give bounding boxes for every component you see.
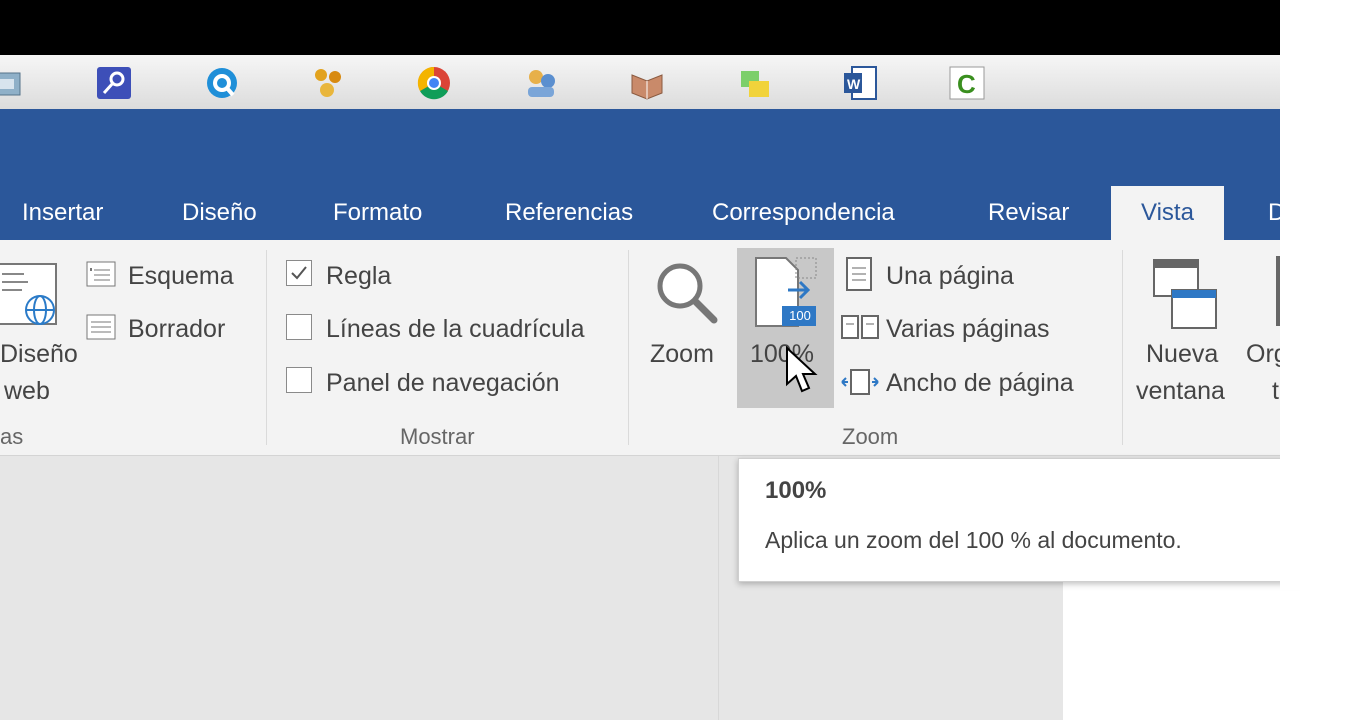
una-pagina-button[interactable]: Una página	[886, 262, 1014, 291]
nueva-ventana-label-2[interactable]: ventana	[1136, 377, 1225, 406]
lineas-label[interactable]: Líneas de la cuadrícula	[326, 315, 585, 344]
document-divider	[718, 456, 719, 720]
checkmark-icon	[291, 266, 307, 280]
zoom-magnifier-icon[interactable]	[652, 258, 722, 333]
tab-vista[interactable]: Vista	[1111, 186, 1224, 240]
group-separator	[1122, 250, 1123, 445]
regla-checkbox[interactable]	[286, 260, 312, 286]
key-app-icon[interactable]	[95, 65, 133, 101]
tooltip-description: Aplica un zoom del 100 % al documento.	[765, 527, 1182, 553]
word-icon[interactable]: W	[842, 65, 880, 101]
folders-icon[interactable]	[735, 65, 773, 101]
svg-text:W: W	[847, 76, 861, 92]
tooltip-title: 100%	[765, 477, 827, 504]
svg-text:C: C	[957, 69, 976, 99]
group-separator	[628, 250, 629, 445]
tab-diseno[interactable]: Diseño	[160, 186, 279, 240]
zoom-group-label: Zoom	[842, 424, 899, 449]
varias-paginas-button[interactable]: Varias páginas	[886, 315, 1050, 344]
multiple-pages-icon	[840, 314, 882, 347]
right-edge-crop	[1280, 450, 1364, 590]
book-icon[interactable]	[628, 65, 666, 101]
mostrar-group-label: Mostrar	[400, 424, 475, 449]
panel-checkbox[interactable]	[286, 367, 312, 393]
borrador-button[interactable]: Borrador	[128, 315, 225, 344]
tooltip: 100% Aplica un zoom del 100 % al documen…	[738, 458, 1300, 582]
diseno-web-label-1[interactable]: Diseño	[0, 340, 78, 369]
borrador-icon	[86, 313, 118, 348]
document-page[interactable]	[1063, 560, 1280, 720]
quicktime-icon[interactable]	[203, 65, 241, 101]
mouse-cursor-icon	[785, 345, 819, 401]
quick-launch-bar: W C	[0, 55, 1280, 110]
zoom-button[interactable]: Zoom	[650, 340, 714, 369]
esquema-icon	[86, 260, 118, 295]
right-margin-cover	[1280, 109, 1364, 720]
one-page-icon	[845, 256, 875, 297]
users-icon[interactable]	[522, 65, 560, 101]
ancho-pagina-button[interactable]: Ancho de página	[886, 369, 1074, 398]
regla-label[interactable]: Regla	[326, 262, 391, 291]
chrome-icon[interactable]	[415, 65, 453, 101]
panel-label[interactable]: Panel de navegación	[326, 369, 560, 398]
hundred-badge: 100	[789, 308, 811, 323]
lineas-checkbox[interactable]	[286, 314, 312, 340]
web-layout-icon[interactable]	[0, 260, 66, 337]
printer-icon[interactable]	[0, 65, 26, 101]
camtasia-icon[interactable]: C	[948, 65, 986, 101]
tab-insertar[interactable]: Insertar	[0, 186, 125, 240]
esquema-button[interactable]: Esquema	[128, 262, 234, 291]
tab-revisar[interactable]: Revisar	[966, 186, 1091, 240]
tab-correspondencia[interactable]: Correspondencia	[690, 186, 917, 240]
people-icon[interactable]	[309, 65, 347, 101]
nueva-ventana-label-1[interactable]: Nueva	[1146, 340, 1218, 369]
page-width-icon	[840, 368, 882, 401]
group-separator	[266, 250, 267, 445]
top-black-bar	[0, 0, 1280, 55]
hundred-percent-icon[interactable]	[752, 256, 820, 337]
organizar-label-2[interactable]: t	[1272, 377, 1279, 406]
diseno-web-label-2[interactable]: web	[4, 377, 50, 406]
tab-formato[interactable]: Formato	[311, 186, 444, 240]
views-group-label: as	[0, 424, 24, 449]
tab-referencias[interactable]: Referencias	[483, 186, 655, 240]
new-window-icon[interactable]	[1150, 256, 1220, 337]
